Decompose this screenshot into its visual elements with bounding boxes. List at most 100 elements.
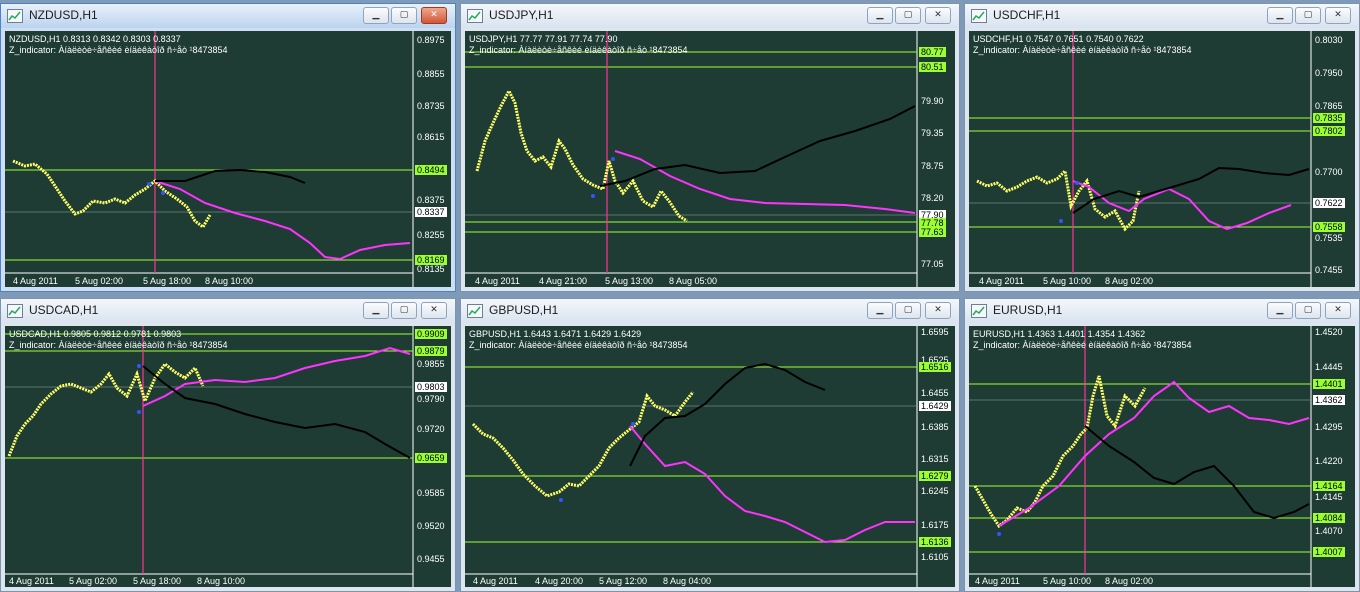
price-tick: 0.7950: [1315, 68, 1343, 78]
ohlc-readout: USDCHF,H1 0.7547 0.7651 0.7540 0.7622: [973, 34, 1144, 44]
maximize-button[interactable]: ▢: [1295, 7, 1321, 24]
time-axis: 4 Aug 2011 4 Aug 20:00 5 Aug 12:00 8 Aug…: [465, 576, 917, 587]
level-label: 1.4401: [1313, 379, 1345, 389]
title-bar[interactable]: USDJPY,H1 ▁ ▢ ✕: [461, 4, 959, 28]
price-tick: 1.4295: [1315, 422, 1343, 432]
price-tick: 0.9455: [417, 554, 445, 564]
price-axis: 0.8975 0.8855 0.8735 0.8615 0.8494 0.837…: [415, 31, 451, 274]
price-tick: 0.7455: [1315, 265, 1343, 275]
minimize-button[interactable]: ▁: [1267, 7, 1293, 24]
price-tick: 78.20: [921, 193, 944, 203]
maximize-button[interactable]: ▢: [895, 7, 921, 24]
price-tick: 0.8735: [417, 101, 445, 111]
price-tick: 1.4520: [1315, 327, 1343, 337]
close-button[interactable]: ✕: [421, 7, 447, 24]
chart-area[interactable]: USDCHF,H1 0.7547 0.7651 0.7540 0.7622 Z_…: [969, 31, 1355, 287]
chart-area[interactable]: EURUSD,H1 1.4363 1.4401 1.4354 1.4362 Z_…: [969, 326, 1355, 587]
maximize-icon: ▢: [903, 305, 913, 315]
time-tick: 5 Aug 12:00: [599, 576, 648, 586]
title-bar[interactable]: USDCHF,H1 ▁ ▢ ✕: [965, 4, 1359, 28]
price-tick: 79.90: [921, 96, 944, 106]
chart-canvas: [5, 31, 414, 287]
price-axis: 0.8030 0.7950 0.7865 0.7835 0.7802 0.770…: [1313, 31, 1355, 275]
minimize-button[interactable]: ▁: [363, 302, 389, 319]
current-price-label: 0.9803: [415, 382, 447, 392]
close-button[interactable]: ✕: [1325, 7, 1351, 24]
level-label: 1.4007: [1313, 547, 1345, 557]
minimize-icon: ▁: [876, 305, 884, 315]
price-tick: 1.6105: [921, 552, 949, 562]
indicator-label: Z_indicator: Àíàëèòè÷åñêèé èíäèêàòîð ñ÷å…: [973, 45, 1192, 55]
price-tick: 0.9585: [417, 488, 445, 498]
time-tick: 8 Aug 10:00: [205, 276, 254, 286]
chart-window-nzdusd[interactable]: NZDUSD,H1 ▁ ▢ ✕ NZDUSD,H1 0.8313 0.8342 …: [0, 3, 456, 292]
ohlc-readout: GBPUSD,H1 1.6443 1.6471 1.6429 1.6429: [469, 329, 642, 339]
price-tick: 78.75: [921, 161, 944, 171]
chart-window-usdjpy[interactable]: USDJPY,H1 ▁ ▢ ✕ USDJPY,H1 77.77 77.91 77…: [460, 3, 960, 292]
close-button[interactable]: ✕: [1325, 302, 1351, 319]
close-button[interactable]: ✕: [925, 7, 951, 24]
close-button[interactable]: ✕: [925, 302, 951, 319]
price-tick: 0.7535: [1315, 233, 1343, 243]
minimize-button[interactable]: ▁: [867, 302, 893, 319]
maximize-button[interactable]: ▢: [895, 302, 921, 319]
minimize-button[interactable]: ▁: [363, 7, 389, 24]
price-tick: 0.7865: [1315, 101, 1343, 111]
chart-area[interactable]: USDCAD,H1 0.9805 0.9812 0.9781 0.9803 Z_…: [5, 326, 451, 587]
chart-window-icon: [971, 9, 987, 23]
indicator-label: Z_indicator: Àíàëèòè÷åñêèé èíäèêàòîð ñ÷å…: [9, 340, 228, 350]
price-tick: 1.4445: [1315, 362, 1343, 372]
maximize-icon: ▢: [903, 10, 913, 20]
price-tick: 0.9855: [417, 359, 445, 369]
chart-area[interactable]: USDJPY,H1 77.77 77.91 77.74 77.90 Z_indi…: [465, 31, 955, 287]
time-tick: 5 Aug 02:00: [69, 576, 118, 586]
window-title: USDCHF,H1: [993, 8, 1061, 22]
maximize-button[interactable]: ▢: [1295, 302, 1321, 319]
close-button[interactable]: ✕: [421, 302, 447, 319]
time-tick: 4 Aug 2011: [979, 276, 1024, 286]
price-tick: 1.6595: [921, 327, 949, 337]
close-icon: ✕: [1334, 10, 1342, 20]
chart-window-usdchf[interactable]: USDCHF,H1 ▁ ▢ ✕ USDCHF,H1 0.7547 0.7651 …: [964, 3, 1360, 292]
title-bar[interactable]: GBPUSD,H1 ▁ ▢ ✕: [461, 299, 959, 323]
chart-window-gbpusd[interactable]: GBPUSD,H1 ▁ ▢ ✕ GBPUSD,H1 1.6443 1.6471 …: [460, 298, 960, 592]
price-tick: 1.4070: [1315, 526, 1343, 536]
price-tick: 0.9720: [417, 424, 445, 434]
window-title: USDJPY,H1: [489, 8, 554, 22]
price-axis: 1.6595 1.6525 1.6516 1.6455 1.6429 1.638…: [919, 326, 955, 574]
price-tick: 0.8375: [417, 195, 445, 205]
price-tick: 0.8030: [1315, 35, 1343, 45]
time-tick: 8 Aug 10:00: [197, 576, 246, 586]
chart-area[interactable]: NZDUSD,H1 0.8313 0.8342 0.8303 0.8337 Z_…: [5, 31, 451, 287]
chart-area[interactable]: GBPUSD,H1 1.6443 1.6471 1.6429 1.6429 Z_…: [465, 326, 955, 587]
time-axis: 4 Aug 2011 5 Aug 02:00 5 Aug 18:00 8 Aug…: [5, 576, 413, 587]
chart-canvas: [465, 326, 918, 587]
maximize-icon: ▢: [1303, 10, 1313, 20]
chart-window-icon: [7, 9, 23, 23]
maximize-icon: ▢: [399, 305, 409, 315]
price-tick: 0.8615: [417, 132, 445, 142]
level-label: 0.8494: [415, 165, 447, 175]
time-tick: 5 Aug 10:00: [1043, 276, 1092, 286]
minimize-button[interactable]: ▁: [867, 7, 893, 24]
chart-canvas: [465, 31, 918, 287]
maximize-button[interactable]: ▢: [391, 7, 417, 24]
level-label: 1.6279: [919, 471, 951, 481]
minimize-button[interactable]: ▁: [1267, 302, 1293, 319]
price-tick: 1.4145: [1315, 492, 1343, 502]
title-bar[interactable]: EURUSD,H1 ▁ ▢ ✕: [965, 299, 1359, 323]
time-tick: 4 Aug 2011: [9, 576, 54, 586]
price-tick: 1.4220: [1315, 456, 1343, 466]
chart-window-usdcad[interactable]: USDCAD,H1 ▁ ▢ ✕ USDCAD,H1 0.9805 0.9812 …: [0, 298, 456, 592]
maximize-icon: ▢: [399, 10, 409, 20]
level-label: 1.6516: [919, 362, 951, 372]
title-bar[interactable]: USDCAD,H1 ▁ ▢ ✕: [1, 299, 455, 323]
indicator-label: Z_indicator: Àíàëèòè÷åñêèé èíäèêàòîð ñ÷å…: [469, 340, 688, 350]
chart-window-eurusd[interactable]: EURUSD,H1 ▁ ▢ ✕ EURUSD,H1 1.4363 1.4401 …: [964, 298, 1360, 592]
minimize-icon: ▁: [372, 305, 380, 315]
time-tick: 5 Aug 02:00: [75, 276, 124, 286]
price-tick: 0.8975: [417, 35, 445, 45]
price-axis: 80.77 80.51 79.90 79.35 78.75 78.20 77.9…: [919, 31, 955, 273]
maximize-button[interactable]: ▢: [391, 302, 417, 319]
title-bar[interactable]: NZDUSD,H1 ▁ ▢ ✕: [1, 4, 455, 28]
